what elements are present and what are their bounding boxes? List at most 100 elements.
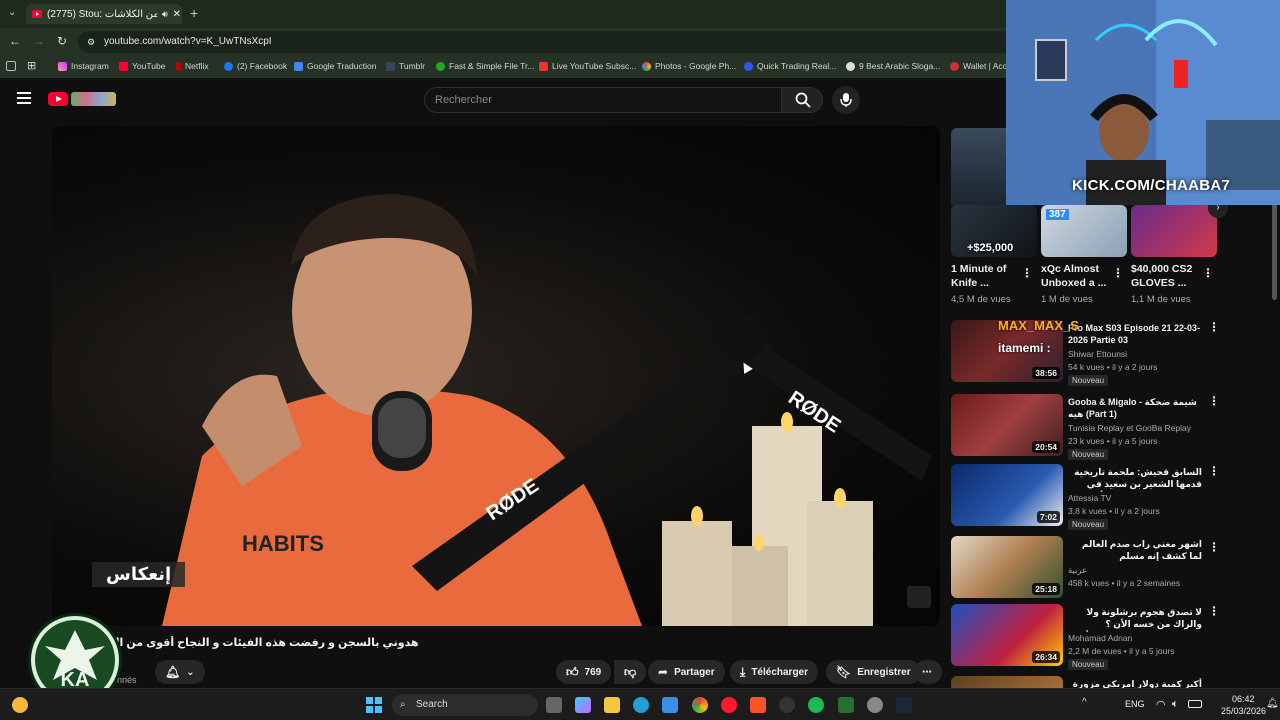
- forward-icon[interactable]: →: [33, 34, 45, 48]
- bookmark-youtube[interactable]: YouTube: [119, 61, 165, 71]
- bookmark-instagram[interactable]: Instagram: [58, 61, 109, 71]
- channel-name[interactable]: عربية: [1068, 565, 1087, 576]
- bookmark-google-traduction[interactable]: Google Traduction: [294, 61, 376, 71]
- bookmark-tumblr[interactable]: Tumblr: [386, 61, 425, 71]
- search-input[interactable]: Rechercher: [424, 87, 782, 113]
- more-icon[interactable]: ⋮: [1208, 540, 1220, 554]
- wifi-icon[interactable]: ◠: [1156, 698, 1166, 711]
- short-more-icon[interactable]: ⋮: [1112, 266, 1124, 280]
- dislike-button[interactable]: 👎︎: [614, 660, 647, 684]
- short-card[interactable]: [1131, 205, 1217, 257]
- bookmark-google-photos[interactable]: Photos - Google Ph...: [642, 61, 736, 71]
- list-item[interactable]: 26:34 لا تصدق هجوم برشلونة ولا والراك من…: [951, 604, 1266, 670]
- obs-icon[interactable]: [779, 697, 795, 713]
- tab-close-icon[interactable]: ✕: [173, 9, 181, 20]
- video-thumbnail[interactable]: 7:02: [951, 464, 1063, 526]
- opera-icon[interactable]: [721, 697, 737, 713]
- channel-name[interactable]: Tunisia Replay et GooBa Replay: [1068, 423, 1191, 433]
- short-title[interactable]: $40,000 CS2 GLOVES ...: [1131, 262, 1199, 290]
- more-icon[interactable]: ⋮: [1208, 394, 1220, 408]
- short-title[interactable]: xQc Almost Unboxed a ...: [1041, 262, 1109, 290]
- tray-chevron-icon[interactable]: ^: [1082, 697, 1087, 708]
- terminal-icon[interactable]: [838, 697, 854, 713]
- weather-icon[interactable]: [12, 697, 28, 713]
- back-icon[interactable]: ←: [9, 34, 21, 48]
- new-tab-icon[interactable]: +: [190, 5, 198, 21]
- like-button[interactable]: 👍︎ 769: [556, 660, 612, 684]
- bookmark-wallet[interactable]: Wallet | Acc: [950, 61, 1007, 71]
- short-title[interactable]: 1 Minute of Knife ...: [951, 262, 1019, 290]
- video-title[interactable]: اشهر مغني راب صدم العالم لما كشف إنه مسل…: [1068, 538, 1202, 562]
- shorts-thumb-top[interactable]: [951, 128, 1007, 206]
- spotify-icon[interactable]: [808, 697, 824, 713]
- video-title[interactable]: لا تصدق هجوم برشلونة ولا والراك من خسه ا…: [1068, 606, 1202, 632]
- video-thumbnail[interactable]: 20:54: [951, 394, 1063, 456]
- video-player[interactable]: RØDE RØDE HABITS إنعكاس: [52, 126, 940, 626]
- bookmark-quick-trading[interactable]: Quick Trading Real...: [744, 61, 836, 71]
- download-button[interactable]: ⤓ Télécharger: [730, 660, 819, 684]
- more-actions-button[interactable]: ⋯: [914, 660, 942, 684]
- site-info-icon[interactable]: ⚙︎: [87, 31, 95, 53]
- volume-icon[interactable]: 🔈︎: [1172, 698, 1179, 711]
- notifications-icon[interactable]: 🔔︎: [1266, 698, 1279, 709]
- clock-time[interactable]: 06:42: [1232, 694, 1255, 704]
- bookmark-live-youtube[interactable]: Live YouTube Subsc...: [539, 61, 636, 71]
- channel-name[interactable]: Mohamad Adnan: [1068, 633, 1132, 643]
- taskbar-search[interactable]: ⌕ Search: [392, 694, 538, 716]
- edge-icon[interactable]: [633, 697, 649, 713]
- share-button[interactable]: ➦ Partager: [648, 660, 725, 684]
- video-thumbnail[interactable]: 25:18: [951, 536, 1063, 598]
- sidebar-scrollbar[interactable]: [1272, 200, 1277, 300]
- language-indicator[interactable]: ENG: [1125, 699, 1145, 709]
- copilot-icon[interactable]: [575, 697, 591, 713]
- bookmark-facebook[interactable]: (2) Facebook: [224, 61, 287, 71]
- task-view-icon[interactable]: [546, 697, 562, 713]
- bookmark-arabic-slogans[interactable]: 9 Best Arabic Sloga...: [846, 61, 940, 71]
- chrome-icon[interactable]: [692, 697, 708, 713]
- list-item[interactable]: أكبر كمية دولار امريكي مزورة في التاريخ: [951, 676, 1266, 688]
- more-icon[interactable]: ⋮: [1208, 604, 1220, 618]
- app-icon[interactable]: [867, 697, 883, 713]
- steam-icon[interactable]: [896, 697, 912, 713]
- video-thumbnail[interactable]: 26:34: [951, 604, 1063, 666]
- short-card[interactable]: +$25,000: [951, 205, 1037, 257]
- search-button[interactable]: [781, 87, 823, 113]
- apps-grid-icon[interactable]: ⊞: [27, 59, 36, 72]
- file-explorer-icon[interactable]: [604, 697, 620, 713]
- clock-date[interactable]: 25/03/2026: [1221, 706, 1266, 716]
- bookmarks-sidebar-icon[interactable]: [6, 61, 16, 71]
- tab-list-chevron-icon[interactable]: ⌄: [8, 7, 20, 19]
- menu-icon[interactable]: [17, 92, 31, 104]
- tab-audio-icon[interactable]: 🔊︎: [162, 9, 168, 20]
- youtube-logo-icon[interactable]: [48, 92, 68, 106]
- list-item[interactable]: 7:02 السابق قحيش: ملحمة تاريخية قدمها ال…: [951, 464, 1266, 530]
- short-card[interactable]: 387: [1041, 205, 1127, 257]
- start-button[interactable]: [366, 697, 382, 713]
- video-meta: 2,2 M de vues • il y a 5 jours: [1068, 646, 1175, 656]
- video-title[interactable]: السابق قحيش: ملحمة تاريخية قدمها الشعير …: [1068, 466, 1202, 492]
- browser-tab-active[interactable]: (2775) Stou: ي من الكلاشات 🔊︎ ✕: [26, 4, 182, 24]
- battery-icon[interactable]: [1188, 700, 1202, 708]
- doodle-icon[interactable]: [71, 92, 116, 106]
- bookmark-netflix[interactable]: Netflix: [176, 61, 209, 71]
- reload-icon[interactable]: ↻: [57, 34, 67, 48]
- channel-name[interactable]: Attessia TV: [1068, 493, 1111, 503]
- notification-bell-button[interactable]: 🔔︎ ⌄: [155, 660, 205, 684]
- search-icon: [795, 92, 811, 108]
- video-title[interactable]: أكبر كمية دولار امريكي مزورة في التاريخ: [1068, 678, 1202, 688]
- more-icon[interactable]: ⋮: [1208, 320, 1220, 334]
- short-more-icon[interactable]: ⋮: [1202, 266, 1214, 280]
- store-icon[interactable]: [662, 697, 678, 713]
- more-icon[interactable]: ⋮: [1208, 464, 1220, 478]
- bookmark-file-transfer[interactable]: Fast & Simple File Tr...: [436, 61, 535, 71]
- channel-name[interactable]: Shiwar Ettounsi: [1068, 349, 1127, 359]
- video-title[interactable]: Gooba & Migalo - شيمة ضحكة هيه (Part 1): [1068, 396, 1202, 420]
- short-more-icon[interactable]: ⋮: [1021, 266, 1033, 280]
- list-item[interactable]: 20:54 Gooba & Migalo - شيمة ضحكة هيه (Pa…: [951, 394, 1266, 460]
- list-item[interactable]: 25:18 اشهر مغني راب صدم العالم لما كشف إ…: [951, 536, 1266, 602]
- video-thumbnail[interactable]: [951, 676, 1063, 688]
- voice-search-button[interactable]: [832, 86, 860, 114]
- save-button[interactable]: 🔖︎ Enregistrer: [826, 660, 921, 684]
- brave-icon[interactable]: [750, 697, 766, 713]
- video-title[interactable]: Pro Max S03 Episode 21 22-03-2026 Partie…: [1068, 322, 1202, 346]
